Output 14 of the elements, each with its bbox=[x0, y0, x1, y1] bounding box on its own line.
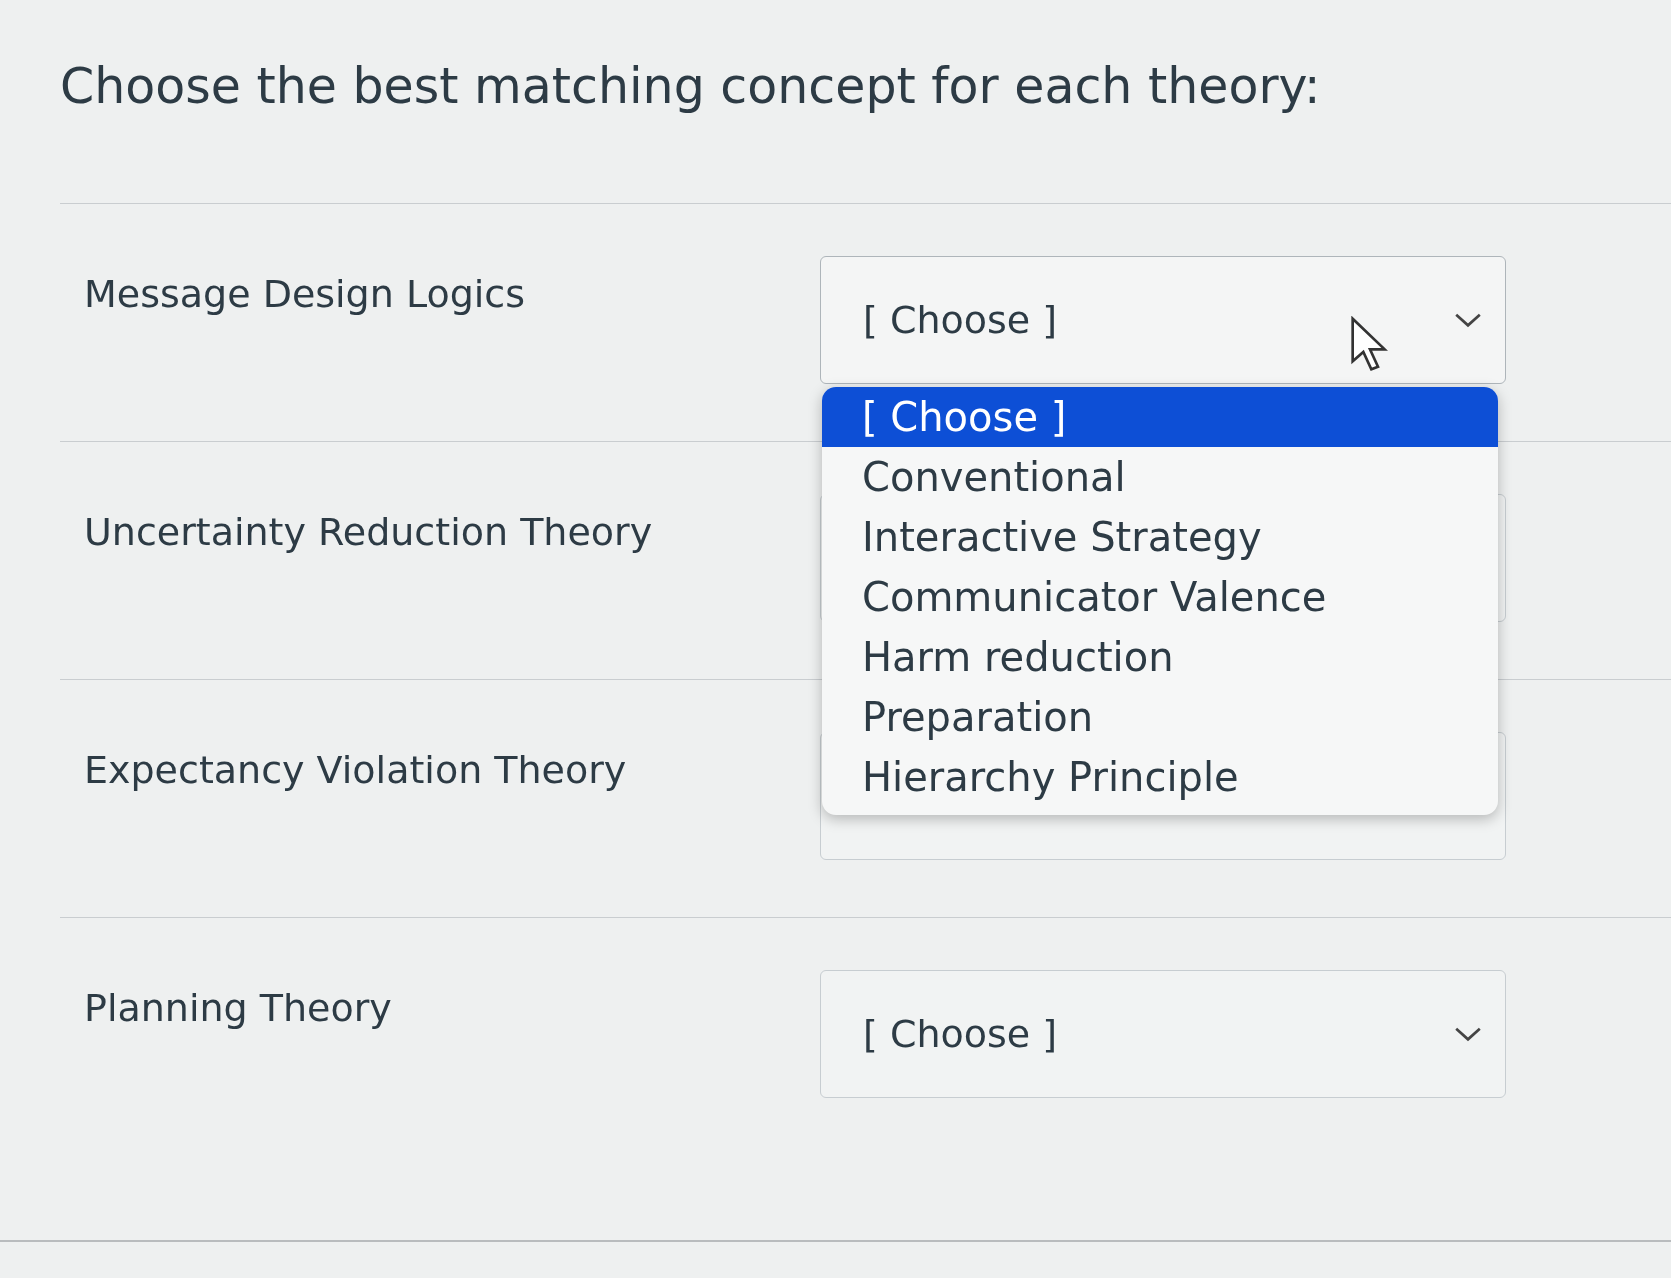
dropdown-option[interactable]: Hierarchy Principle bbox=[822, 747, 1498, 807]
theory-label: Uncertainty Reduction Theory bbox=[83, 509, 654, 556]
dropdown-option[interactable]: [ Choose ] bbox=[822, 387, 1498, 447]
theory-label: Planning Theory bbox=[83, 985, 393, 1032]
dropdown-option[interactable]: Preparation bbox=[822, 687, 1498, 747]
question-heading: Choose the best matching concept for each theory: bbox=[60, 58, 1322, 115]
dropdown-option[interactable]: Communicator Valence bbox=[822, 567, 1498, 627]
theory-label: Expectancy Violation Theory bbox=[83, 747, 628, 794]
concept-dropdown[interactable]: [ Choose ] bbox=[820, 256, 1506, 384]
concept-dropdown[interactable]: [ Choose ] bbox=[820, 970, 1506, 1098]
dropdown-option[interactable]: Harm reduction bbox=[822, 627, 1498, 687]
theory-label: Message Design Logics bbox=[83, 271, 527, 318]
dropdown-option[interactable]: Conventional bbox=[822, 447, 1498, 507]
dropdown-option[interactable]: Interactive Strategy bbox=[822, 507, 1498, 567]
